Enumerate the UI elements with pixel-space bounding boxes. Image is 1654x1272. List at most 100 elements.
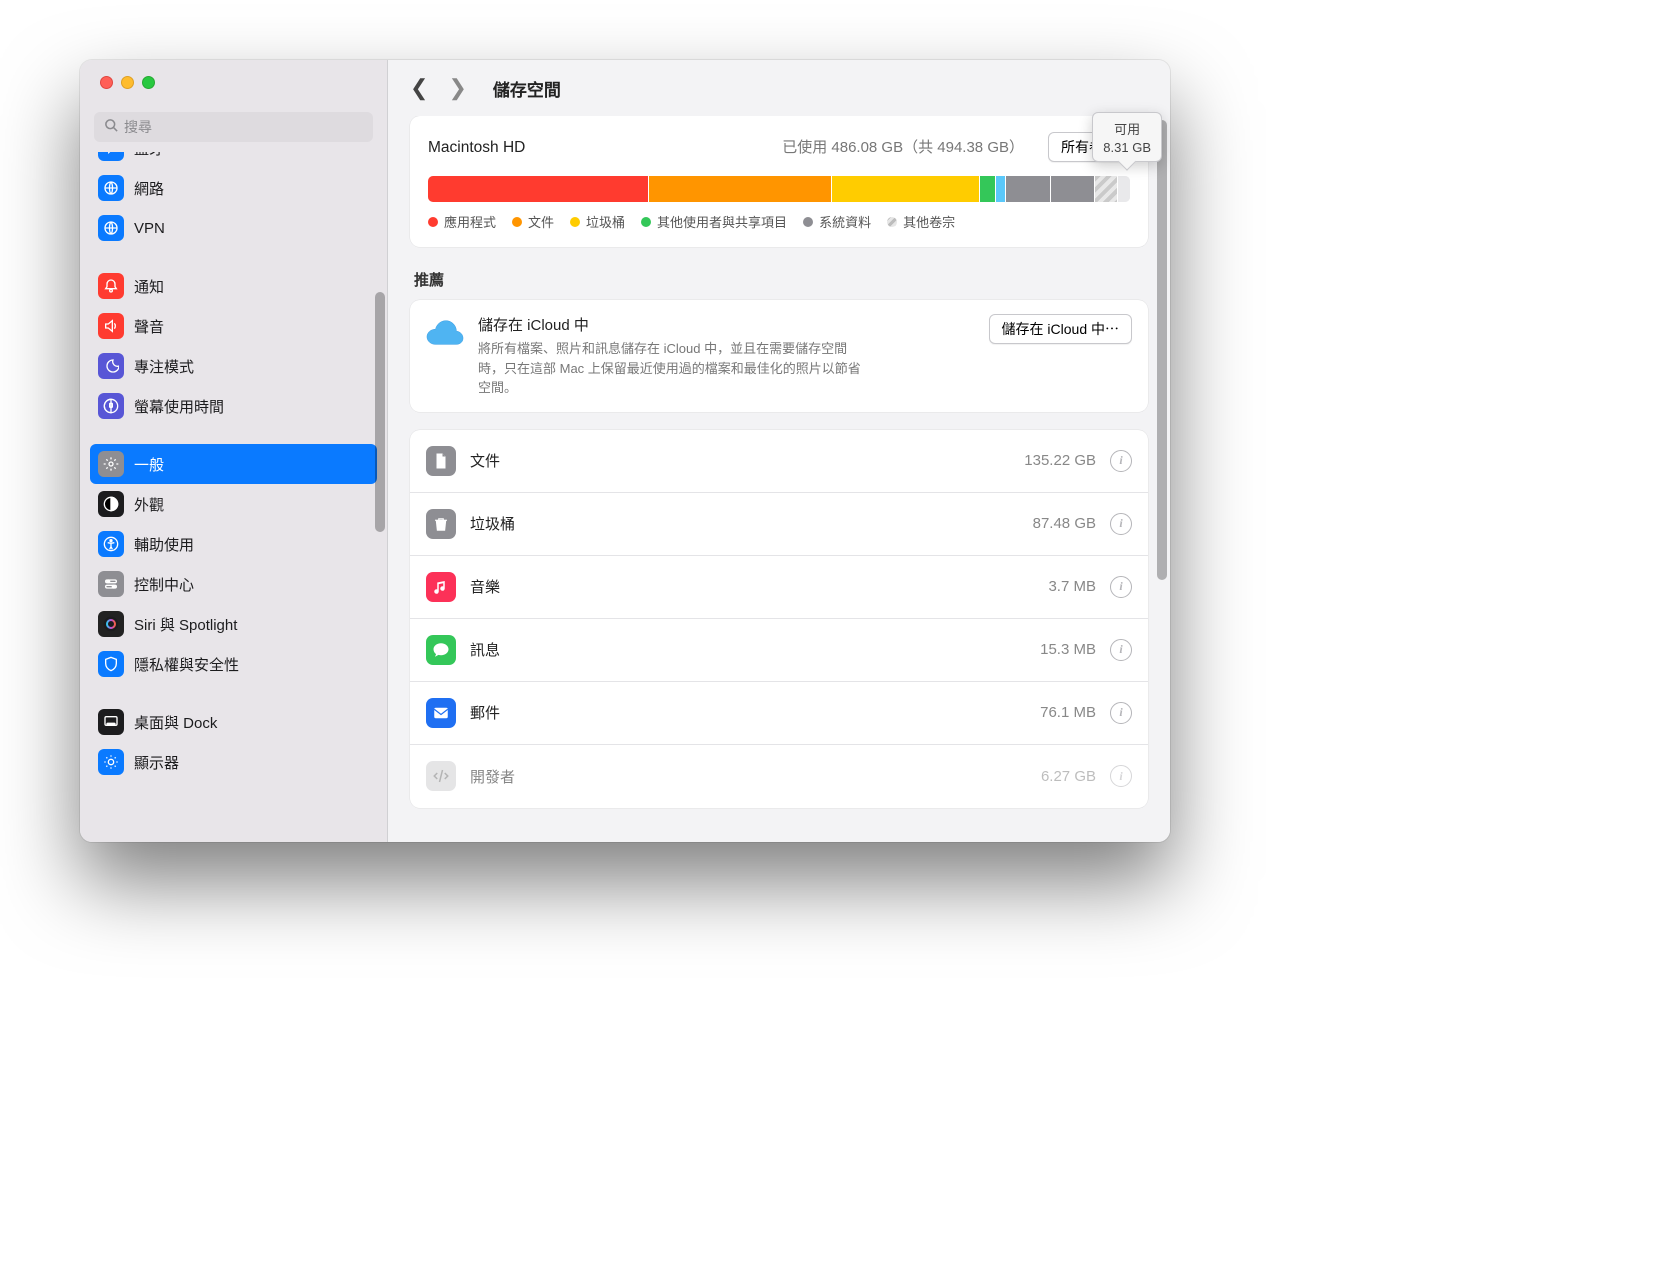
sidebar-item[interactable]: 顯示器 — [90, 742, 377, 782]
sidebar-icon — [98, 215, 124, 241]
fullscreen-button[interactable] — [142, 76, 155, 89]
scrollbar[interactable] — [1157, 120, 1167, 580]
search-icon — [104, 118, 119, 133]
recommend-card: 儲存在 iCloud 中 將所有檔案、照片和訊息儲存在 iCloud 中，並且在… — [410, 300, 1148, 412]
sidebar-icon — [98, 273, 124, 299]
search-container — [80, 104, 387, 152]
sidebar-item[interactable]: 聲音 — [90, 306, 377, 346]
store-icloud-button[interactable]: 儲存在 iCloud 中⋯ — [989, 314, 1132, 344]
sidebar-item-label: 專注模式 — [134, 356, 194, 377]
category-size: 6.27 GB — [1041, 768, 1096, 785]
legend-label: 文件 — [528, 212, 554, 231]
category-size: 3.7 MB — [1048, 578, 1096, 595]
legend-label: 其他使用者與共享項目 — [657, 212, 787, 231]
storage-bar — [428, 176, 1130, 202]
tooltip-value: 8.31 GB — [1103, 140, 1151, 155]
sidebar-item[interactable]: 藍牙 — [90, 152, 377, 168]
storage-segment[interactable] — [980, 176, 995, 202]
info-icon[interactable]: i — [1110, 765, 1132, 787]
legend-dot-icon — [887, 217, 897, 227]
storage-segment[interactable] — [1095, 176, 1118, 202]
sidebar-item[interactable]: Siri 與 Spotlight — [90, 604, 377, 644]
sidebar-icon — [98, 749, 124, 775]
legend-dot-icon — [570, 217, 580, 227]
sidebar-item-label: 螢幕使用時間 — [134, 396, 224, 417]
sidebar-item[interactable]: 輔助使用 — [90, 524, 377, 564]
sidebar-icon — [98, 571, 124, 597]
sidebar-item-label: 控制中心 — [134, 574, 194, 595]
legend-label: 應用程式 — [444, 212, 496, 231]
storage-segment[interactable] — [832, 176, 981, 202]
recommend-section-title: 推薦 — [414, 269, 1148, 290]
sidebar: 藍牙網路 VPN 通知聲音專注模式螢幕使用時間一般外觀輔助使用控制中心 Siri 與 … — [80, 60, 388, 842]
sidebar-item[interactable]: 隱私權與安全性 — [90, 644, 377, 684]
sidebar-item[interactable]: 螢幕使用時間 — [90, 386, 377, 426]
info-icon[interactable]: i — [1110, 576, 1132, 598]
category-row[interactable]: 文件135.22 GBi — [410, 430, 1148, 493]
category-size: 135.22 GB — [1024, 452, 1096, 469]
content-header: ❮ ❯ 儲存空間 — [388, 60, 1170, 116]
storage-segment[interactable] — [649, 176, 832, 202]
dev-icon — [426, 761, 456, 791]
info-icon[interactable]: i — [1110, 639, 1132, 661]
sidebar-item-label: 聲音 — [134, 316, 164, 337]
sidebar-icon — [98, 451, 124, 477]
sidebar-item[interactable]: 通知 — [90, 266, 377, 306]
legend-item: 其他卷宗 — [887, 212, 955, 231]
category-size: 87.48 GB — [1033, 515, 1096, 532]
sidebar-item[interactable]: 外觀 — [90, 484, 377, 524]
category-row[interactable]: 開發者 6.27 GB i — [410, 745, 1148, 808]
sidebar-icon — [98, 611, 124, 637]
category-row[interactable]: 音樂 3.7 MB i — [410, 556, 1148, 619]
legend-dot-icon — [512, 217, 522, 227]
sidebar-item[interactable]: 桌面與 Dock — [90, 702, 377, 742]
category-size: 15.3 MB — [1040, 641, 1096, 658]
tooltip-label: 可用 — [1103, 119, 1151, 138]
forward-button[interactable]: ❯ — [448, 75, 466, 101]
doc-icon — [426, 446, 456, 476]
legend-item: 文件 — [512, 212, 554, 231]
storage-segment[interactable] — [1051, 176, 1095, 202]
storage-segment[interactable] — [428, 176, 649, 202]
category-row[interactable]: 郵件76.1 MBi — [410, 682, 1148, 745]
recommend-title: 儲存在 iCloud 中 — [478, 314, 975, 335]
info-icon[interactable]: i — [1110, 513, 1132, 535]
disk-usage: 已使用 486.08 GB（共 494.38 GB） — [782, 136, 1024, 157]
mail-icon — [426, 698, 456, 728]
sidebar-icon — [98, 491, 124, 517]
storage-segment[interactable] — [996, 176, 1007, 202]
legend-item: 其他使用者與共享項目 — [641, 212, 787, 231]
sidebar-item[interactable]: VPN — [90, 208, 377, 248]
storage-segment[interactable] — [1006, 176, 1050, 202]
search-input[interactable] — [94, 112, 373, 142]
legend-dot-icon — [428, 217, 438, 227]
sidebar-icon — [98, 651, 124, 677]
storage-card: Macintosh HD 已使用 486.08 GB（共 494.38 GB） … — [410, 116, 1148, 247]
category-row[interactable]: 訊息15.3 MBi — [410, 619, 1148, 682]
sidebar-item-label: Siri 與 Spotlight — [134, 614, 237, 635]
category-label: 開發者 — [470, 766, 1027, 787]
back-button[interactable]: ❮ — [410, 75, 428, 101]
close-button[interactable] — [100, 76, 113, 89]
sidebar-icon — [98, 393, 124, 419]
disk-name: Macintosh HD — [428, 139, 525, 157]
sidebar-item-label: 網路 — [134, 178, 164, 199]
sidebar-item[interactable]: 網路 — [90, 168, 377, 208]
sidebar-item[interactable]: 一般 — [90, 444, 377, 484]
scrollbar[interactable] — [375, 292, 385, 532]
info-icon[interactable]: i — [1110, 702, 1132, 724]
minimize-button[interactable] — [121, 76, 134, 89]
sidebar-icon — [98, 531, 124, 557]
music-icon — [426, 572, 456, 602]
legend-dot-icon — [803, 217, 813, 227]
sidebar-item[interactable]: 控制中心 — [90, 564, 377, 604]
category-label: 音樂 — [470, 576, 1034, 597]
sidebar-item[interactable]: 專注模式 — [90, 346, 377, 386]
legend-item: 垃圾桶 — [570, 212, 625, 231]
storage-segment[interactable] — [1118, 176, 1130, 202]
info-icon[interactable]: i — [1110, 450, 1132, 472]
category-label: 垃圾桶 — [470, 513, 1019, 534]
sidebar-item-label: 一般 — [134, 454, 164, 475]
category-row[interactable]: 垃圾桶 87.48 GB i — [410, 493, 1148, 556]
sidebar-item-label: 顯示器 — [134, 752, 179, 773]
